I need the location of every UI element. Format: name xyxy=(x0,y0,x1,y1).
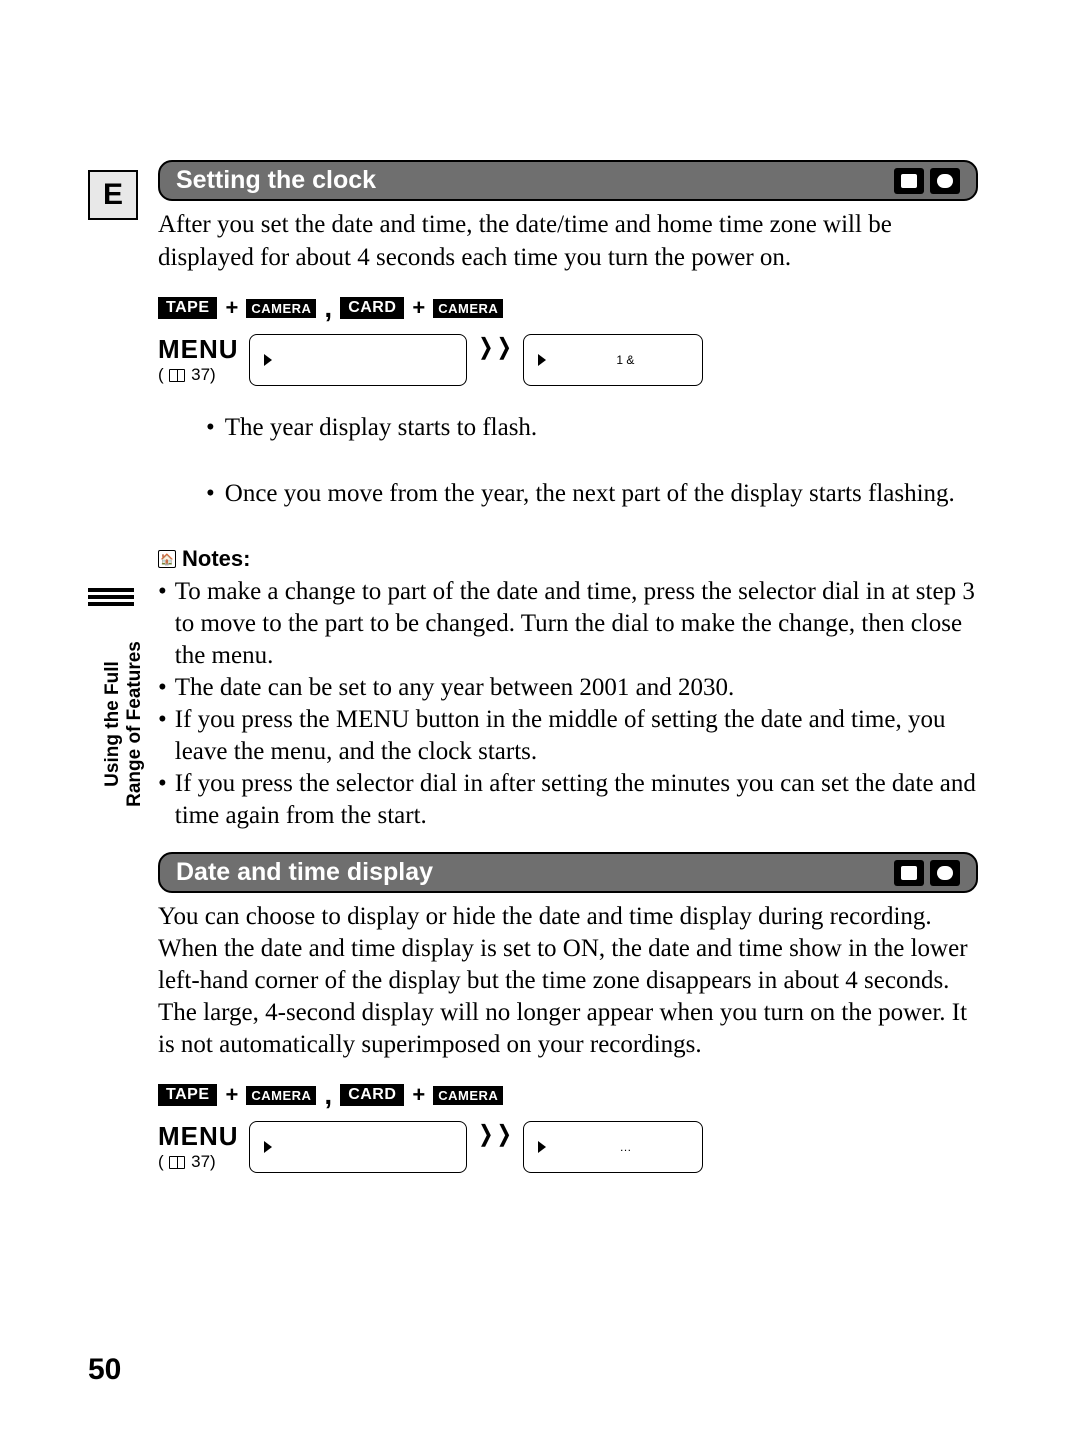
mode-badges-row: TAPE + CAMERA , CARD + CAMERA xyxy=(158,292,978,324)
section-body: You can choose to display or hide the da… xyxy=(158,901,978,1061)
menu-word: MENU xyxy=(158,1121,239,1152)
menu-path-row: MENU ( 37) ❭❭ 1 & xyxy=(158,334,978,386)
plus-icon: + xyxy=(225,1082,238,1108)
display-icon xyxy=(894,168,924,194)
camera-badge: CAMERA xyxy=(433,1086,503,1105)
menu-path-row: MENU ( 37) ❭❭ … xyxy=(158,1121,978,1173)
menu-page-ref: ( 37) xyxy=(158,365,239,385)
note-text: If you press the selector dial in after … xyxy=(175,768,978,832)
sidebar: Using the FullRange of Features xyxy=(88,588,138,828)
card-badge: CARD xyxy=(340,1084,404,1106)
menu-box-text: 1 & xyxy=(562,353,688,367)
display-icon xyxy=(894,860,924,886)
camera-badge: CAMERA xyxy=(433,299,503,318)
note-icon: 🏠 xyxy=(158,550,176,568)
mode-icons xyxy=(894,168,960,194)
triangle-icon xyxy=(264,354,272,366)
card-badge: CARD xyxy=(340,297,404,319)
notes-heading-text: Notes: xyxy=(182,546,250,572)
language-badge: E xyxy=(88,170,138,220)
menu-page-ref: ( 37) xyxy=(158,1152,239,1172)
menu-label: MENU ( 37) xyxy=(158,334,239,385)
note-item: The date can be set to any year between … xyxy=(158,672,978,704)
menu-word: MENU xyxy=(158,334,239,365)
menu-step-box-2: … xyxy=(523,1121,703,1173)
note-item: If you press the MENU button in the midd… xyxy=(158,704,978,768)
note-item: If you press the selector dial in after … xyxy=(158,768,978,832)
menu-label: MENU ( 37) xyxy=(158,1121,239,1172)
triangle-icon xyxy=(538,1141,546,1153)
step-bullets: The year display starts to flash. Once y… xyxy=(206,414,978,508)
plus-icon: + xyxy=(225,295,238,321)
double-arrow-icon: ❭❭ xyxy=(477,334,514,360)
triangle-icon xyxy=(538,354,546,366)
section-heading-setting-clock: Setting the clock xyxy=(158,160,978,201)
menu-step-box-2: 1 & xyxy=(523,334,703,386)
menu-ref-num: 37 xyxy=(191,1152,210,1171)
card-icon xyxy=(930,168,960,194)
section-intro: After you set the date and time, the dat… xyxy=(158,209,978,274)
step-item: Once you move from the year, the next pa… xyxy=(206,480,978,508)
page-number: 50 xyxy=(88,1353,121,1387)
step-item: The year display starts to flash. xyxy=(206,414,978,442)
menu-box-text: … xyxy=(562,1140,688,1154)
menu-step-box-1 xyxy=(249,1121,467,1173)
card-icon xyxy=(930,860,960,886)
sidebar-decoration xyxy=(88,588,134,606)
camera-badge: CAMERA xyxy=(246,299,316,318)
step-text: The year display starts to flash. xyxy=(225,414,537,442)
notes-heading: 🏠 Notes: xyxy=(158,546,978,572)
double-arrow-icon: ❭❭ xyxy=(477,1121,514,1147)
note-text: The date can be set to any year between … xyxy=(175,672,735,704)
camera-badge: CAMERA xyxy=(246,1086,316,1105)
note-text: If you press the MENU button in the midd… xyxy=(175,704,978,768)
plus-icon: + xyxy=(412,1082,425,1108)
separator: , xyxy=(324,292,332,324)
separator: , xyxy=(324,1079,332,1111)
section-title: Date and time display xyxy=(176,858,433,887)
mode-badges-row: TAPE + CAMERA , CARD + CAMERA xyxy=(158,1079,978,1111)
section-heading-date-time: Date and time display xyxy=(158,852,978,893)
mode-icons xyxy=(894,860,960,886)
plus-icon: + xyxy=(412,295,425,321)
sidebar-label: Using the FullRange of Features xyxy=(102,624,146,824)
triangle-icon xyxy=(264,1141,272,1153)
menu-step-box-1 xyxy=(249,334,467,386)
step-text: Once you move from the year, the next pa… xyxy=(225,480,955,508)
menu-ref-num: 37 xyxy=(191,365,210,384)
notes-list: To make a change to part of the date and… xyxy=(158,576,978,832)
tape-badge: TAPE xyxy=(158,297,217,319)
book-icon xyxy=(169,369,185,382)
book-icon xyxy=(169,1156,185,1169)
section-title: Setting the clock xyxy=(176,166,376,195)
note-item: To make a change to part of the date and… xyxy=(158,576,978,672)
note-text: To make a change to part of the date and… xyxy=(175,576,978,672)
tape-badge: TAPE xyxy=(158,1084,217,1106)
